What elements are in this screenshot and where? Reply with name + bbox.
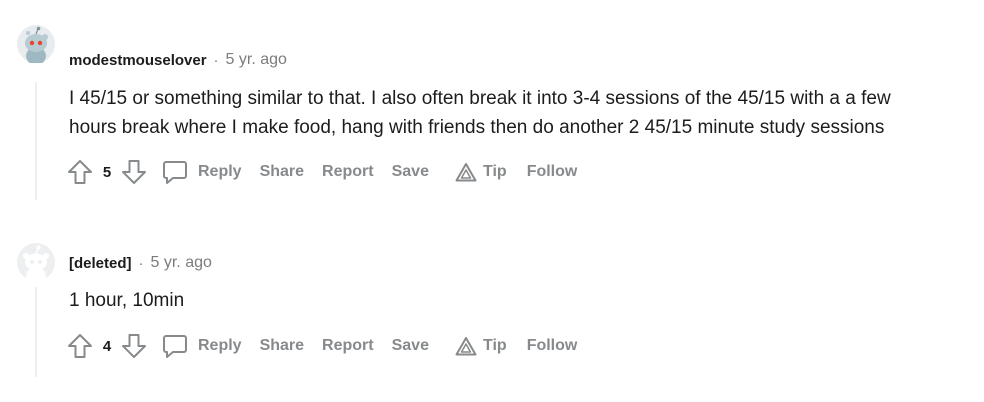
meta-separator: · — [213, 51, 219, 69]
upvote-button[interactable] — [64, 157, 96, 187]
downvote-arrow-icon — [122, 334, 146, 358]
vote-score: 4 — [102, 337, 112, 355]
tip-triangle-icon — [455, 163, 477, 182]
comment-actions: 4 Reply Share Report Save Tip Follow — [64, 331, 577, 361]
follow-button[interactable]: Follow — [527, 163, 578, 181]
comment: [deleted] · 5 yr. ago 1 hour, 10min 4 Re… — [0, 215, 984, 402]
upvote-arrow-icon — [68, 334, 92, 358]
vote-score: 5 — [102, 163, 112, 181]
thread-line[interactable] — [35, 82, 37, 200]
tip-triangle-icon — [455, 337, 477, 356]
save-button[interactable]: Save — [392, 337, 429, 355]
downvote-button[interactable] — [118, 331, 150, 361]
comment-body: I 45/15 or something similar to that. I … — [69, 85, 979, 142]
downvote-arrow-icon — [122, 160, 146, 184]
timestamp[interactable]: 5 yr. ago — [151, 254, 212, 272]
upvote-button[interactable] — [64, 331, 96, 361]
comment: modestmouselover · 5 yr. ago I 45/15 or … — [0, 0, 984, 215]
reply-button[interactable]: Reply — [162, 333, 242, 359]
report-button[interactable]: Report — [322, 163, 374, 181]
author-name[interactable]: modestmouselover — [69, 52, 207, 69]
comment-bubble-icon — [163, 161, 187, 184]
default-avatar-icon[interactable] — [17, 243, 55, 285]
tip-label: Tip — [482, 337, 507, 354]
reply-button[interactable]: Reply — [162, 159, 242, 185]
comment-body: 1 hour, 10min — [69, 287, 979, 316]
thread-line[interactable] — [35, 287, 37, 377]
author-name[interactable]: [deleted] — [69, 255, 132, 272]
downvote-button[interactable] — [118, 157, 150, 187]
share-button[interactable]: Share — [260, 163, 304, 181]
comment-actions: 5 Reply Share Report Save Tip Follow — [64, 157, 577, 187]
comment-body-line: I 45/15 or something similar to that. I … — [69, 88, 891, 109]
share-button[interactable]: Share — [260, 337, 304, 355]
comment-meta: modestmouselover · 5 yr. ago — [69, 51, 287, 69]
comment-body-line: 1 hour, 10min — [69, 290, 185, 311]
comment-meta: [deleted] · 5 yr. ago — [69, 254, 212, 272]
reply-label: Reply — [198, 337, 242, 354]
reply-label: Reply — [198, 163, 242, 180]
tip-button[interactable]: Tip — [455, 162, 507, 182]
tip-label: Tip — [482, 163, 507, 180]
tip-button[interactable]: Tip — [455, 336, 507, 356]
save-button[interactable]: Save — [392, 163, 429, 181]
timestamp[interactable]: 5 yr. ago — [226, 51, 287, 69]
meta-separator: · — [138, 254, 144, 272]
comment-bubble-icon — [163, 335, 187, 358]
comment-body-line: hours break where I make food, hang with… — [69, 116, 885, 138]
follow-button[interactable]: Follow — [527, 337, 578, 355]
upvote-arrow-icon — [68, 160, 92, 184]
snoo-avatar-icon[interactable] — [17, 25, 55, 65]
report-button[interactable]: Report — [322, 337, 374, 355]
